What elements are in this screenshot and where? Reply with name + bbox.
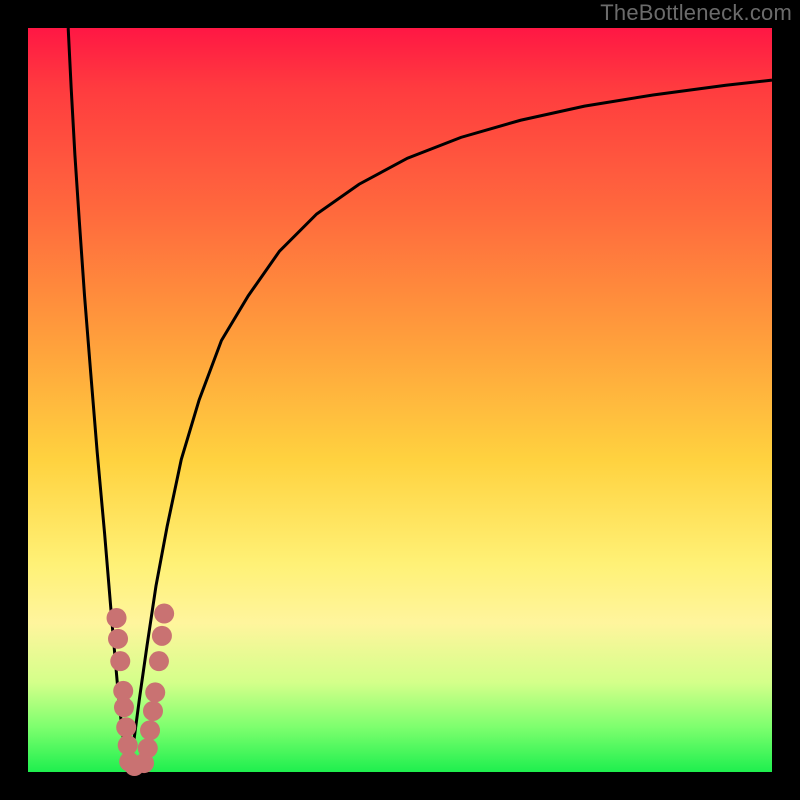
data-dot bbox=[116, 717, 136, 737]
data-dot bbox=[114, 697, 134, 717]
data-dot bbox=[138, 738, 158, 758]
data-dot bbox=[143, 701, 163, 721]
curve-right-branch bbox=[130, 80, 772, 772]
data-dot bbox=[154, 604, 174, 624]
data-dot bbox=[110, 651, 130, 671]
chart-frame: TheBottleneck.com bbox=[0, 0, 800, 800]
curve-layer bbox=[28, 28, 772, 772]
data-dot bbox=[152, 626, 172, 646]
data-dot bbox=[108, 629, 128, 649]
watermark-text: TheBottleneck.com bbox=[600, 0, 792, 26]
data-dot bbox=[145, 682, 165, 702]
plot-area bbox=[28, 28, 772, 772]
data-dot bbox=[149, 651, 169, 671]
data-dot bbox=[140, 720, 160, 740]
data-dot bbox=[107, 608, 127, 628]
